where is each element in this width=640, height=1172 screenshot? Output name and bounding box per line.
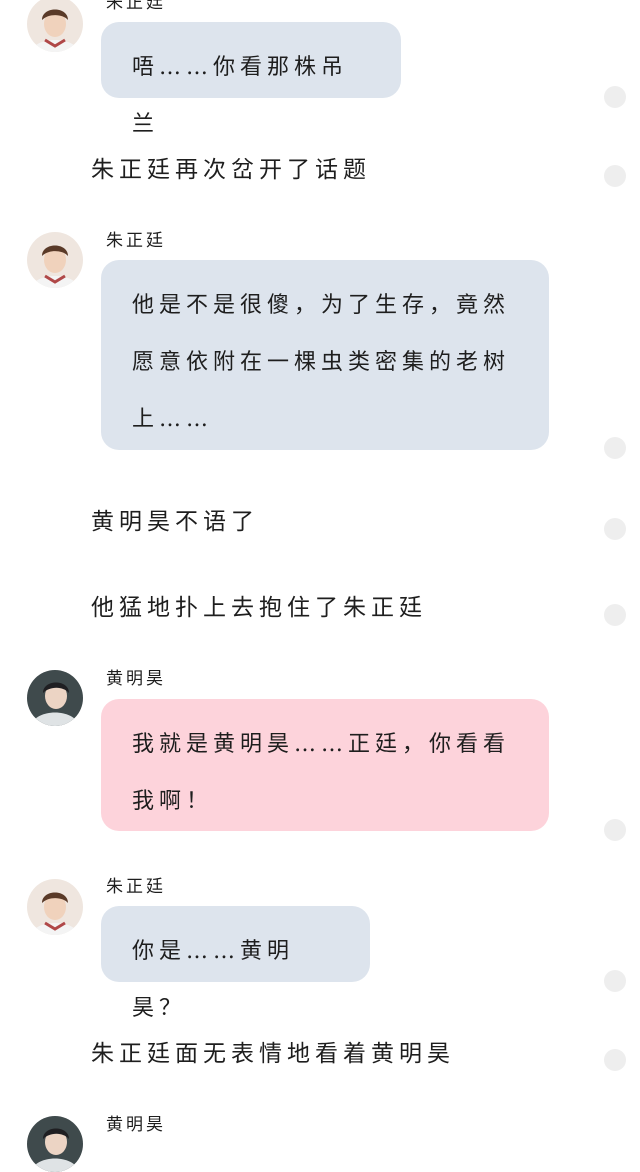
sender-name: 黄明昊	[106, 669, 166, 689]
avatar-zhu-image	[27, 879, 83, 935]
narration-line: 朱正廷面无表情地看着黄明昊	[91, 1041, 455, 1067]
sender-name: 黄明昊	[106, 1115, 166, 1135]
avatar-huang[interactable]	[27, 670, 83, 726]
message-bubble[interactable]: 他是不是很傻，为了生存，竟然愿意依附在一棵虫类密集的老树上……	[101, 260, 549, 450]
message-bubble[interactable]: 唔……你看那株吊兰	[101, 22, 401, 137]
side-dot	[604, 518, 626, 540]
avatar-huang-image	[27, 1116, 83, 1172]
side-dot	[604, 86, 626, 108]
narration-line: 他猛地扑上去抱住了朱正廷	[91, 595, 427, 621]
sender-name: 朱正廷	[106, 231, 166, 251]
side-dot	[604, 819, 626, 841]
avatar-zhu[interactable]	[27, 232, 83, 288]
narration-line: 朱正廷再次岔开了话题	[91, 157, 371, 183]
avatar-zhu[interactable]	[27, 879, 83, 935]
side-dot	[604, 604, 626, 626]
sender-name: 朱正廷	[106, 0, 166, 13]
message-bubble[interactable]: 我就是黄明昊……正廷，你看看我啊！	[101, 699, 549, 831]
side-dot	[604, 437, 626, 459]
avatar-zhu-image	[27, 0, 83, 52]
avatar-zhu-image	[27, 232, 83, 288]
avatar-huang-image	[27, 670, 83, 726]
message-bubble[interactable]: 你是……黄明昊？	[101, 906, 370, 1021]
chat-feed[interactable]: 朱正廷 唔……你看那株吊兰 朱正廷再次岔开了话题 朱正廷 他是不是很傻，为了生存…	[0, 0, 640, 1172]
avatar-huang[interactable]	[27, 1116, 83, 1172]
side-dot	[604, 1049, 626, 1071]
avatar-zhu[interactable]	[27, 0, 83, 52]
narration-line: 黄明昊不语了	[91, 509, 259, 535]
side-dot	[604, 165, 626, 187]
side-dot	[604, 970, 626, 992]
sender-name: 朱正廷	[106, 877, 166, 897]
